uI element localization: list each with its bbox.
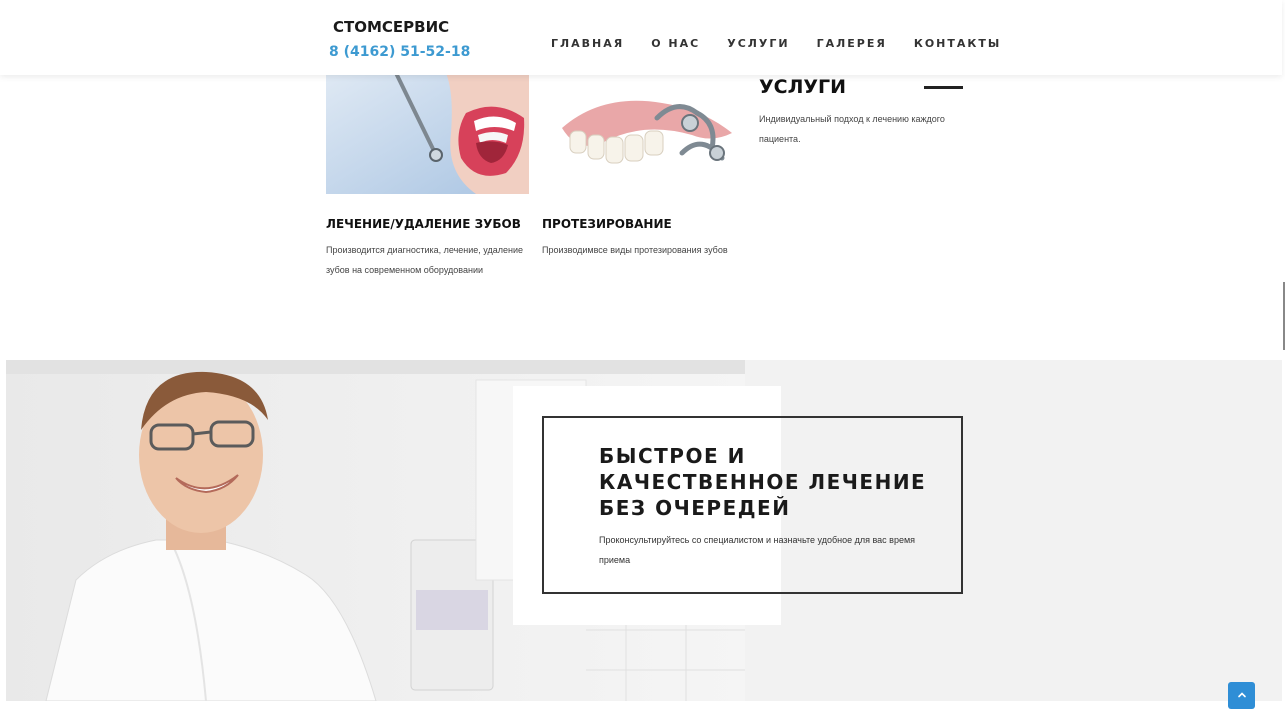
services-section-desc: Индивидуальный подход к лечению каждого … [759, 114, 945, 144]
service-title-treatment: ЛЕЧЕНИЕ/УДАЛЕНИЕ ЗУБОВ [326, 217, 521, 231]
chevron-up-icon [1237, 687, 1247, 705]
cta-box: БЫСТРОЕ И КАЧЕСТВЕННОЕ ЛЕЧЕНИЕ БЕЗ ОЧЕРЕ… [542, 416, 963, 594]
nav-item-about[interactable]: О НАС [651, 37, 700, 50]
site-header: СТОМСЕРВИС 8 (4162) 51-52-18 ГЛАВНАЯ О Н… [0, 0, 1282, 75]
nav-item-services[interactable]: УСЛУГИ [727, 37, 789, 50]
service-desc-treatment: Производится диагностика, лечение, удале… [326, 245, 524, 275]
nav-item-home[interactable]: ГЛАВНАЯ [551, 37, 624, 50]
nav-item-gallery[interactable]: ГАЛЕРЕЯ [817, 37, 887, 50]
section-title-divider [924, 86, 963, 89]
brand-phone[interactable]: 8 (4162) 51-52-18 [329, 44, 470, 60]
service-title-prosthetics: ПРОТЕЗИРОВАНИЕ [542, 217, 672, 231]
main-nav: ГЛАВНАЯ О НАС УСЛУГИ ГАЛЕРЕЯ КОНТАКТЫ [551, 37, 1028, 50]
cta-section: БЫСТРОЕ И КАЧЕСТВЕННОЕ ЛЕЧЕНИЕ БЕЗ ОЧЕРЕ… [6, 360, 1282, 701]
back-to-top-button[interactable] [1228, 682, 1255, 709]
services-section-title: УСЛУГИ [759, 76, 847, 98]
service-image-prosthetics [542, 73, 745, 194]
nav-item-contacts[interactable]: КОНТАКТЫ [914, 37, 1001, 50]
cta-desc: Проконсультируйтесь со специалистом и на… [599, 535, 916, 565]
service-image-treatment [326, 73, 529, 194]
service-desc-prosthetics: Производимвсе виды протезирования зубов [542, 245, 728, 255]
cta-title: БЫСТРОЕ И КАЧЕСТВЕННОЕ ЛЕЧЕНИЕ БЕЗ ОЧЕРЕ… [599, 444, 927, 520]
brand-name[interactable]: СТОМСЕРВИС [333, 18, 449, 36]
